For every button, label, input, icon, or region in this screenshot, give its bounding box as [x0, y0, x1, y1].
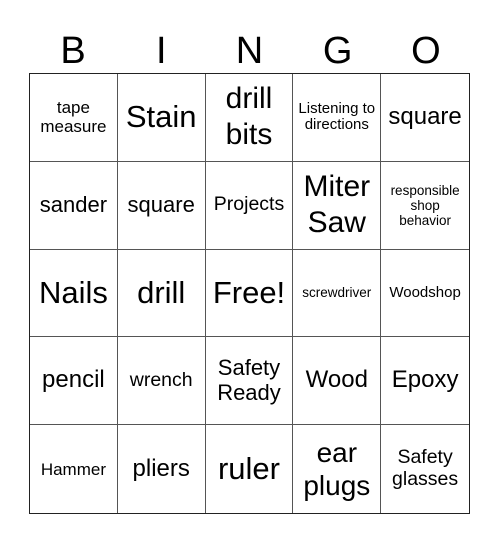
bingo-cell[interactable]: screwdriver — [293, 249, 382, 338]
header-letter-n: N — [235, 30, 264, 72]
header-letter-b: B — [60, 30, 86, 72]
bingo-cell[interactable]: Projects — [205, 161, 294, 250]
bingo-cell[interactable]: responsible shop behavior — [381, 162, 469, 250]
bingo-cell[interactable]: Epoxy — [381, 337, 469, 426]
bingo-cell[interactable]: Nails — [30, 249, 118, 338]
bingo-cell[interactable]: Miter Saw — [293, 161, 382, 250]
bingo-cell[interactable]: wrench — [117, 337, 206, 426]
bingo-cell[interactable]: Safety glasses — [381, 425, 469, 513]
bingo-cell[interactable]: drill bits — [205, 74, 294, 162]
bingo-cell[interactable]: Hammer — [30, 425, 118, 513]
bingo-cell[interactable]: ear plugs — [293, 425, 382, 513]
bingo-cell[interactable]: pencil — [30, 337, 118, 426]
header-letter-g: G — [322, 30, 353, 72]
bingo-cell[interactable]: square — [381, 74, 469, 162]
bingo-cell[interactable]: square — [117, 161, 206, 250]
bingo-cell[interactable]: Wood — [293, 337, 382, 426]
bingo-cell[interactable]: sander — [30, 161, 118, 250]
bingo-cell[interactable]: Woodshop — [381, 250, 469, 338]
bingo-grid: tape measure Stain drill bits Listening … — [29, 73, 470, 514]
bingo-cell[interactable]: pliers — [118, 425, 206, 513]
bingo-cell[interactable]: drill — [117, 249, 206, 338]
bingo-cell[interactable]: Safety Ready — [205, 337, 294, 426]
bingo-cell[interactable]: Listening to directions — [293, 74, 382, 162]
header-letter-o: O — [411, 30, 441, 72]
bingo-cell[interactable]: ruler — [206, 425, 294, 513]
bingo-header: B I N G O — [29, 30, 470, 72]
header-letter-i: I — [156, 30, 167, 72]
bingo-cell[interactable]: tape measure — [30, 74, 118, 162]
bingo-cell[interactable]: Free! — [205, 249, 294, 338]
bingo-cell[interactable]: Stain — [117, 74, 206, 162]
